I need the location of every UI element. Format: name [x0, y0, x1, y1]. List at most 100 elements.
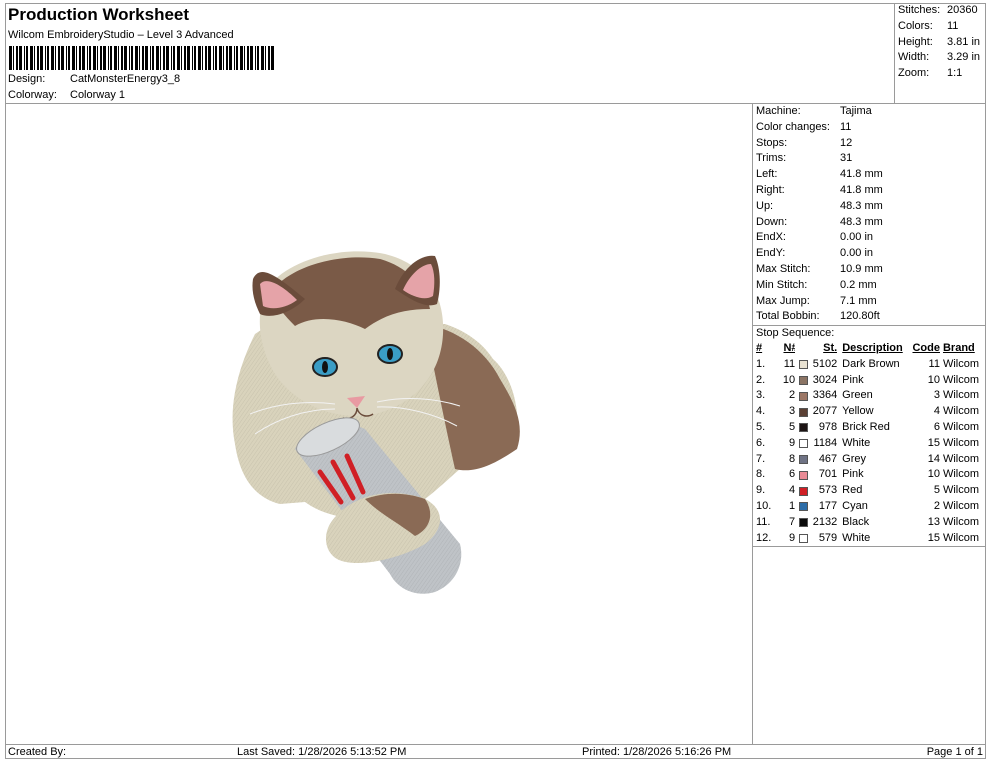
- machine-row: Up: 48.3 mm: [753, 199, 986, 215]
- barcode-bar: [213, 46, 214, 70]
- color-description: Pink: [842, 373, 864, 386]
- barcode-bar: [72, 46, 75, 70]
- summary-label: Width:: [898, 51, 930, 64]
- stitch-count: 573: [818, 484, 838, 497]
- barcode-bar: [97, 46, 98, 70]
- stitch-count: 177: [818, 499, 838, 512]
- color-swatch-cell: [795, 439, 813, 449]
- color-code: 15: [927, 531, 940, 544]
- needle-number: 6: [788, 468, 796, 481]
- thread-brand: Wilcom: [942, 389, 980, 402]
- barcode-bar: [100, 46, 102, 70]
- barcode-bar: [229, 46, 232, 70]
- color-swatch: [799, 407, 809, 417]
- barcode-bar: [30, 46, 33, 70]
- machine-row: Total Bobbin: 120.80ft: [753, 309, 986, 325]
- color-swatch: [799, 391, 809, 401]
- barcode-bar: [61, 46, 64, 70]
- stop-index: 4.: [756, 405, 766, 418]
- machine-info: Machine: Tajima Color changes: 11 Stops: 12…: [753, 104, 986, 325]
- color-code: 4: [933, 405, 940, 418]
- barcode-bar: [19, 46, 22, 70]
- color-swatch: [799, 423, 809, 433]
- machine-value: Tajima: [840, 105, 872, 117]
- summary-value: 11: [947, 19, 959, 32]
- barcode-bar: [82, 46, 85, 70]
- color-swatch: [799, 439, 809, 449]
- color-code: 3: [933, 389, 940, 402]
- color-description: Dark Brown: [842, 357, 900, 370]
- machine-row: Stops: 12: [753, 136, 986, 152]
- machine-row: EndY: 0.00 in: [753, 246, 986, 262]
- barcode-bar: [118, 46, 119, 70]
- barcode-bar: [163, 46, 165, 70]
- machine-value: 31: [840, 152, 853, 165]
- barcode-bar: [261, 46, 264, 70]
- barcode-bar: [171, 46, 172, 70]
- machine-value: 0.2 mm: [840, 278, 877, 291]
- barcode-bar: [87, 46, 88, 70]
- barcode-bar: [58, 46, 60, 70]
- colorway-label: Colorway:: [8, 89, 57, 101]
- machine-value: 48.3 mm: [840, 215, 883, 228]
- barcode-bar: [271, 46, 274, 70]
- thread-brand: Wilcom: [942, 531, 980, 544]
- color-swatch: [799, 502, 809, 512]
- needle-number: 9: [788, 436, 796, 449]
- worksheet-footer: Created By: Last Saved: 1/28/2026 5:13:5…: [5, 744, 986, 759]
- machine-row: Color changes: 11: [753, 120, 986, 136]
- stop-index: 3.: [756, 389, 766, 402]
- stitch-count: 579: [818, 531, 838, 544]
- color-swatch: [799, 486, 809, 496]
- machine-row: Right: 41.8 mm: [753, 183, 986, 199]
- barcode-bar: [205, 46, 207, 70]
- summary-value: 1:1: [947, 67, 963, 80]
- barcode-bar: [194, 46, 196, 70]
- machine-label: Total Bobbin:: [756, 310, 820, 323]
- machine-label: Min Stitch:: [756, 278, 808, 291]
- thread-brand: Wilcom: [942, 499, 980, 512]
- machine-value: 0.00 in: [840, 247, 874, 260]
- barcode: [9, 46, 274, 70]
- barcode-bar: [177, 46, 180, 70]
- barcode-bar: [40, 46, 43, 70]
- barcode-bar: [76, 46, 77, 70]
- stop-index: 5.: [756, 420, 766, 433]
- worksheet-title: Production Worksheet: [8, 5, 190, 24]
- colorway-row: Colorway: Colorway 1: [8, 89, 125, 101]
- col-header-code: Code: [912, 342, 940, 354]
- color-description: White: [842, 531, 871, 544]
- machine-label: Stops:: [756, 136, 788, 149]
- machine-label: EndY:: [756, 247, 786, 260]
- summary-value: 3.81 in: [947, 35, 981, 48]
- color-swatch-cell: [795, 470, 813, 480]
- machine-row: Max Stitch: 10.9 mm: [753, 262, 986, 278]
- summary-label: Height:: [898, 35, 933, 48]
- barcode-bar: [223, 46, 224, 70]
- design-label: Design:: [8, 73, 46, 85]
- barcode-bar: [114, 46, 117, 70]
- barcode-bar: [16, 46, 18, 70]
- barcode-bar: [89, 46, 91, 70]
- stop-index: 6.: [756, 436, 766, 449]
- color-code: 14: [927, 452, 940, 465]
- table-row: 2. 10 3024 Pink 10 Wilcom: [753, 373, 986, 389]
- color-swatch-cell: [795, 391, 813, 401]
- machine-row: Min Stitch: 0.2 mm: [753, 278, 986, 294]
- needle-number: 2: [788, 389, 796, 402]
- color-code: 5: [933, 484, 940, 497]
- summary-label: Stitches:: [898, 4, 941, 16]
- created-by: Created By:: [8, 746, 67, 758]
- summary-row: Height: 3.81 in: [895, 35, 986, 51]
- machine-value: 41.8 mm: [840, 168, 883, 181]
- machine-value: 12: [840, 136, 853, 149]
- color-code: 10: [927, 468, 940, 481]
- stitch-count: 701: [818, 468, 838, 481]
- table-row: 12. 9 579 White 15 Wilcom: [753, 531, 986, 547]
- barcode-bar: [181, 46, 182, 70]
- machine-label: Machine:: [756, 105, 801, 117]
- summary-value: 20360: [947, 4, 978, 16]
- design-row: Design: CatMonsterEnergy3_8: [8, 73, 180, 85]
- barcode-bar: [226, 46, 228, 70]
- color-code: 11: [928, 357, 940, 370]
